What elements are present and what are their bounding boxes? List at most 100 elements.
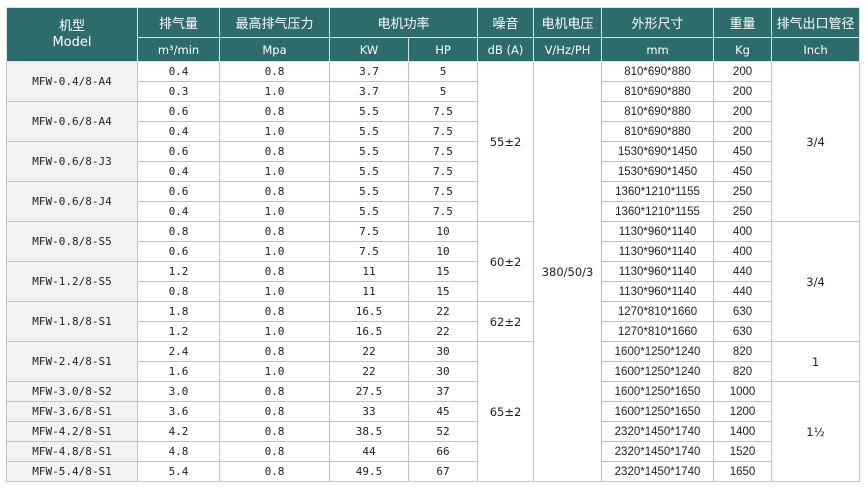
dimensions-cell: 2320*1450*1740 [601,421,715,442]
kw-cell: 5.5 [329,121,409,142]
weight-cell: 440 [713,281,773,302]
flow-cell: 0.4 [137,161,220,182]
table-row: MFW-1.8/8-S1 1.8 0.8 16.5 22 62±2 1270*8… [6,301,860,342]
pressure-cell: 0.8 [219,141,330,162]
weight-cell: 250 [713,201,773,222]
flow-cell: 1.8 [137,301,220,322]
table-row: MFW-0.8/8-S5 0.8 0.8 7.5 10 60±2 1130*96… [6,221,861,342]
pressure-cell: 0.8 [219,441,330,462]
flow-cell: 1.6 [137,361,220,382]
pressure-cell: 1.0 [219,81,330,102]
pressure-cell: 0.8 [219,261,330,282]
kw-cell: 11 [329,261,409,282]
model-cell: MFW-3.0/8-S2 [6,381,138,402]
model-cell: MFW-0.8/8-S5 [6,221,138,262]
table-row: MFW-3.6/8-S1 3.6 0.8 33 45 1600*1250*165… [6,401,860,422]
outlet-cell: 1½ [771,381,861,482]
dimensions-cell: 1530*690*1450 [601,141,715,162]
hp-cell: 10 [407,221,479,242]
dimensions-cell: 2320*1450*1740 [601,441,715,462]
kw-cell: 3.7 [329,61,409,82]
kw-cell: 5.5 [329,201,409,222]
table-row: MFW-2.4/8-S1 2.4 0.8 22 30 65±2 1600*125… [6,341,861,482]
pressure-cell: 1.0 [219,361,330,382]
table-row: MFW-4.2/8-S1 4.2 0.8 38.5 52 2320*1450*1… [6,421,860,442]
flow-cell: 0.4 [137,121,220,142]
pressure-cell: 1.0 [219,201,330,222]
hp-cell: 10 [407,241,479,262]
dimensions-cell: 1130*960*1140 [601,221,715,242]
dimensions-header: 外形尺寸 [601,7,715,38]
dimensions-cell: 1600*1250*1650 [601,381,715,402]
table-row: MFW-3.0/8-S2 3.0 0.8 27.5 37 1600*1250*1… [6,381,861,482]
kw-cell: 49.5 [329,461,409,482]
kw-cell: 22 [329,361,409,382]
hp-cell: 7.5 [407,181,479,202]
voltage-unit: V/Hz/PH [533,37,603,62]
hp-cell: 7.5 [407,121,479,142]
flow-header: 排气量 [137,7,220,38]
pressure-cell: 0.8 [219,381,330,402]
noise-cell: 65±2 [477,341,535,482]
flow-cell: 0.3 [137,81,220,102]
flow-cell: 2.4 [137,341,220,362]
power-hp-unit: HP [407,37,479,62]
outlet-cell: 3/4 [771,221,861,342]
kw-cell: 3.7 [329,81,409,102]
kw-cell: 5.5 [329,101,409,122]
kw-cell: 5.5 [329,161,409,182]
table-row: MFW-0.6/8-J4 0.6 0.8 5.5 7.5 1360*1210*1… [6,181,860,222]
model-cell: MFW-0.4/8-A4 [6,61,138,102]
weight-cell: 450 [713,161,773,182]
dimensions-cell: 1270*810*1660 [601,301,715,322]
hp-cell: 30 [407,341,479,362]
flow-cell: 0.6 [137,101,220,122]
pressure-cell: 1.0 [219,281,330,302]
noise-header: 噪音 [477,7,535,38]
flow-cell: 0.4 [137,61,220,82]
model-cell: MFW-4.8/8-S1 [6,441,138,462]
model-cell: MFW-4.2/8-S1 [6,421,138,442]
model-header-en: Model [52,34,92,50]
flow-cell: 0.6 [137,181,220,202]
voltage-cell: 380/50/3 [533,61,603,482]
flow-cell: 3.0 [137,381,220,402]
model-cell: MFW-1.8/8-S1 [6,301,138,342]
kw-cell: 33 [329,401,409,422]
model-cell: MFW-3.6/8-S1 [6,401,138,422]
noise-unit: dB (A) [477,37,535,62]
weight-cell: 450 [713,141,773,162]
hp-cell: 7.5 [407,161,479,182]
hp-cell: 7.5 [407,101,479,122]
hp-cell: 22 [407,321,479,342]
weight-cell: 1400 [713,421,773,442]
weight-cell: 440 [713,261,773,282]
flow-cell: 3.6 [137,401,220,422]
hp-cell: 5 [407,81,479,102]
pressure-cell: 0.8 [219,181,330,202]
weight-cell: 1520 [713,441,773,462]
model-cell: MFW-1.2/8-S5 [6,261,138,302]
weight-cell: 820 [713,361,773,382]
model-header-cn: 机型 [58,18,85,34]
pressure-header: 最高排气压力 [219,7,330,38]
pressure-unit: Mpa [219,37,330,62]
pressure-cell: 0.8 [219,341,330,362]
model-cell: MFW-0.6/8-J4 [6,181,138,222]
hp-cell: 22 [407,301,479,322]
dimensions-cell: 1600*1250*1240 [601,341,715,362]
pressure-cell: 0.8 [219,421,330,442]
table-row: MFW-4.8/8-S1 4.8 0.8 44 66 2320*1450*174… [6,441,860,462]
kw-cell: 44 [329,441,409,462]
weight-cell: 1200 [713,401,773,422]
weight-cell: 250 [713,181,773,202]
noise-cell: 62±2 [477,301,535,342]
weight-unit: Kg [713,37,773,62]
flow-cell: 0.4 [137,201,220,222]
pressure-cell: 1.0 [219,241,330,262]
weight-cell: 200 [713,61,773,82]
pressure-cell: 0.8 [219,221,330,242]
hp-cell: 45 [407,401,479,422]
outlet-cell: 3/4 [771,61,861,222]
weight-cell: 820 [713,341,773,362]
